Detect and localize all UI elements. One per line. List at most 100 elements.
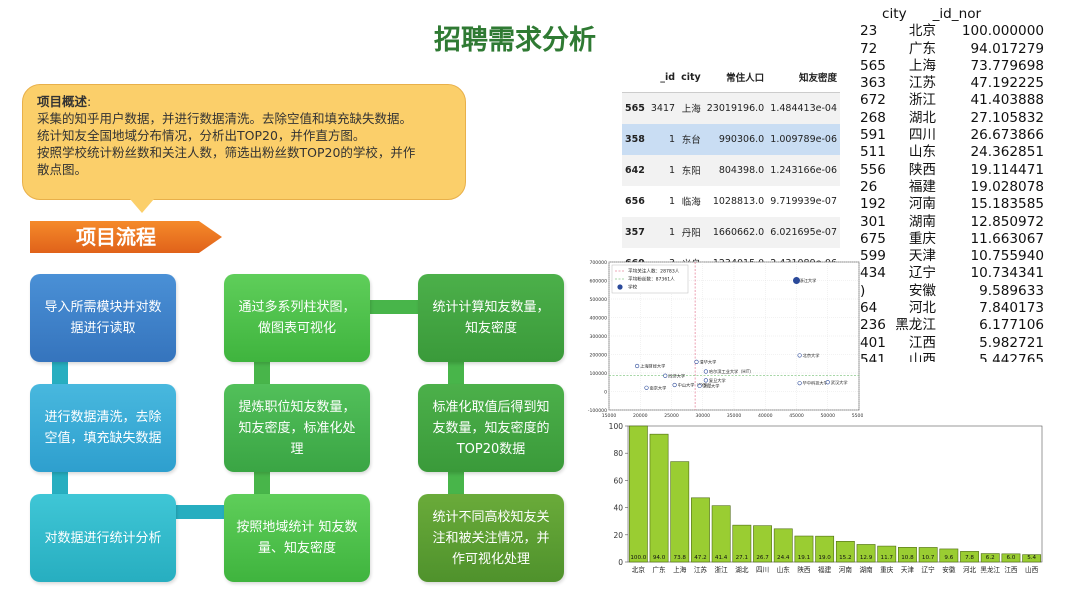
list-item-index: 599 xyxy=(860,248,886,265)
list-item: 556 陕西 19.114471 xyxy=(860,162,1065,179)
list-item-value: 24.362851 xyxy=(970,144,1044,161)
list-item: 26 福建 19.028078 xyxy=(860,179,1065,196)
table-cell: 1.484413e-04 xyxy=(767,92,840,124)
list-item-index: 192 xyxy=(860,196,886,213)
flow-step-3: 对数据进行统计分析 xyxy=(30,494,176,582)
list-item-index: 591 xyxy=(860,127,886,144)
list-item-index: 301 xyxy=(860,213,886,230)
bar-data-label: 19.0 xyxy=(818,555,831,561)
list-item-city: 山西 xyxy=(908,351,936,362)
table-row: 656 1 临海 1028813.0 9.719939e-07 xyxy=(622,186,840,217)
list-item-value: 10.734341 xyxy=(970,265,1044,282)
bar-y-tick-label: 100 xyxy=(609,422,624,431)
scatter-legend-entry: 平均关注人数：28783人 xyxy=(628,268,680,275)
bar-data-label: 19.1 xyxy=(798,555,811,561)
list-item-value: 10.755940 xyxy=(970,248,1044,265)
list-item-city: 天津 xyxy=(908,248,936,265)
table-header-cell xyxy=(622,60,648,93)
flow-step-2: 进行数据清洗，去除空值，填充缺失数据 xyxy=(30,384,176,472)
bar-data-label: 24.4 xyxy=(777,555,790,561)
list-item: 192 河南 15.183585 xyxy=(860,196,1065,213)
bar xyxy=(670,461,690,563)
overview-bubble-tail xyxy=(130,199,154,213)
page-title: 招聘需求分析 xyxy=(434,25,596,56)
table-row: 358 1 东台 990306.0 1.009789e-06 xyxy=(622,123,840,155)
scatter-legend-entry: 学校 xyxy=(628,284,638,291)
list-item: 672 浙江 41.403888 xyxy=(860,92,1065,109)
list-item-city: 浙江 xyxy=(908,92,936,109)
bar-category-label: 黑龙江 xyxy=(980,565,1000,574)
table-header-cell: 知友密度 xyxy=(767,60,840,93)
list-item: 434 辽宁 10.734341 xyxy=(860,265,1065,282)
list-item-city: 河北 xyxy=(908,300,936,317)
bar-category-label: 上海 xyxy=(673,565,687,574)
list-item-index: 268 xyxy=(860,109,886,126)
list-item-value: 73.779698 xyxy=(970,57,1044,74)
city-bar-chart: 0 20 40 60 80 100 100.0 北京 94.0 广东 73.8 上海 47.2 江苏 41.… xyxy=(609,422,1043,574)
scatter-y-tick-label: 600000 xyxy=(589,279,607,285)
list-item-index: ) xyxy=(860,282,866,299)
list-item: 64 河北 7.840173 xyxy=(860,300,1065,317)
list-item: 268 湖北 27.105832 xyxy=(860,110,1065,127)
list-item-value: 5.982721 xyxy=(979,334,1044,351)
list-item-index: 434 xyxy=(860,265,886,282)
connector-2-3 xyxy=(52,470,68,496)
bar-category-label: 广东 xyxy=(652,565,666,574)
table-cell: 1 xyxy=(647,123,679,155)
list-item-city: 陕西 xyxy=(908,161,936,178)
scatter-point-label: 浙江大学 xyxy=(800,277,817,284)
city-list-header-id: _id_nor xyxy=(932,6,982,22)
scatter-point xyxy=(672,382,677,388)
list-item-index: 401 xyxy=(860,334,886,351)
list-item: 599 天津 10.755940 xyxy=(860,248,1065,265)
school-scatter-chart: -100000010000020000030000040000050000060… xyxy=(588,260,863,419)
bar xyxy=(649,433,669,563)
bar-category-label: 河北 xyxy=(963,566,977,574)
flow-step-9: 统计不同高校知友关注和被关注情况，并作可视化处理 xyxy=(418,494,564,582)
scatter-legend-swatch xyxy=(617,284,623,290)
scatter-point xyxy=(797,353,802,358)
scatter-y-tick-label: 500000 xyxy=(589,297,607,303)
table-cell: 上海 xyxy=(678,92,704,124)
overview-line-4: 散点图。 xyxy=(37,162,88,177)
bar-data-label: 73.8 xyxy=(674,555,687,561)
overview-line-3: 按照学校统计粉丝数和关注人数，筛选出粉丝数TOP20的学校，并作 xyxy=(37,145,416,160)
bar-category-label: 陕西 xyxy=(797,565,811,574)
list-item-city: 河南 xyxy=(908,196,936,213)
overview-colon: : xyxy=(87,94,92,109)
connector-6-7 xyxy=(370,300,420,314)
bar-category-label: 天津 xyxy=(901,566,915,574)
list-item: ) 安徽 9.589633 xyxy=(860,283,1065,300)
list-item-index: 675 xyxy=(860,230,886,247)
bar xyxy=(691,497,710,563)
bar-y-tick-label: 80 xyxy=(613,449,623,458)
bar-y-tick-label: 20 xyxy=(613,531,623,540)
bar-category-label: 四川 xyxy=(756,566,769,574)
scatter-point-label: 华中科技大学 xyxy=(803,380,828,387)
scatter-x-tick-label: 35000 xyxy=(727,413,742,419)
list-item: 591 四川 26.673866 xyxy=(860,127,1065,144)
bar-category-label: 北京 xyxy=(632,565,646,574)
scatter-y-tick-label: 700000 xyxy=(589,260,607,266)
list-item-city: 湖南 xyxy=(908,213,936,230)
table-cell: 23019196.0 xyxy=(703,92,768,124)
scatter-y-tick-label: 200000 xyxy=(589,353,607,359)
list-item-value: 94.017279 xyxy=(970,40,1044,57)
scatter-point xyxy=(663,373,668,378)
scatter-x-tick-label: 50000 xyxy=(820,413,835,419)
scatter-y-tick-label: 300000 xyxy=(589,334,607,340)
scatter-point-label: 南京大学 xyxy=(650,384,667,391)
list-item: 363 江苏 47.192225 xyxy=(860,75,1065,92)
list-item-index: 556 xyxy=(860,161,886,178)
bar-data-label: 7.8 xyxy=(965,555,974,561)
list-item: 72 广东 94.017279 xyxy=(860,41,1065,58)
scatter-x-tick-label: 25000 xyxy=(664,413,679,419)
list-item-city: 福建 xyxy=(908,178,936,195)
bar-data-label: 6.2 xyxy=(986,555,995,561)
bar-data-label: 6.0 xyxy=(1006,555,1015,561)
scatter-y-tick-label: 100000 xyxy=(589,371,607,377)
list-item-index: 565 xyxy=(860,57,886,74)
table-row: 642 1 东阳 804398.0 1.243166e-06 xyxy=(622,154,840,186)
list-item-value: 11.663067 xyxy=(970,230,1044,247)
scatter-point xyxy=(797,381,802,386)
